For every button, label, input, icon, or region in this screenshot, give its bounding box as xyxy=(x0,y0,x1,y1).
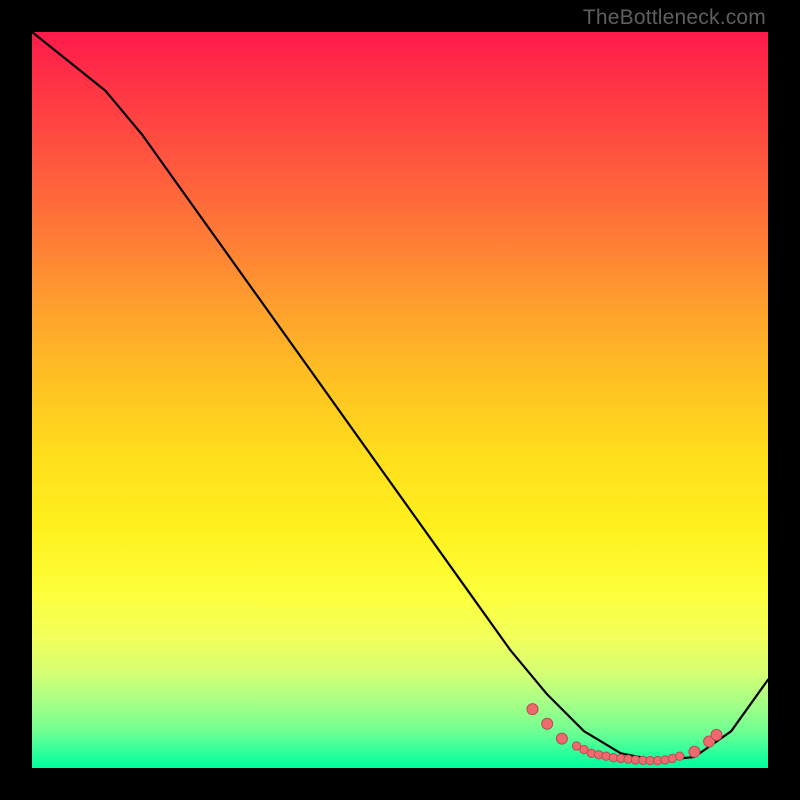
gradient-plot-area xyxy=(32,32,768,768)
chart-frame: TheBottleneck.com xyxy=(0,0,800,800)
highlight-points xyxy=(527,704,722,765)
bottleneck-curve xyxy=(32,32,768,761)
data-point xyxy=(689,746,700,757)
data-point xyxy=(542,718,553,729)
watermark-text: TheBottleneck.com xyxy=(583,6,766,30)
data-point xyxy=(711,729,722,740)
data-point xyxy=(676,752,684,760)
data-point xyxy=(556,733,567,744)
data-point xyxy=(527,704,538,715)
curve-layer xyxy=(32,32,768,768)
